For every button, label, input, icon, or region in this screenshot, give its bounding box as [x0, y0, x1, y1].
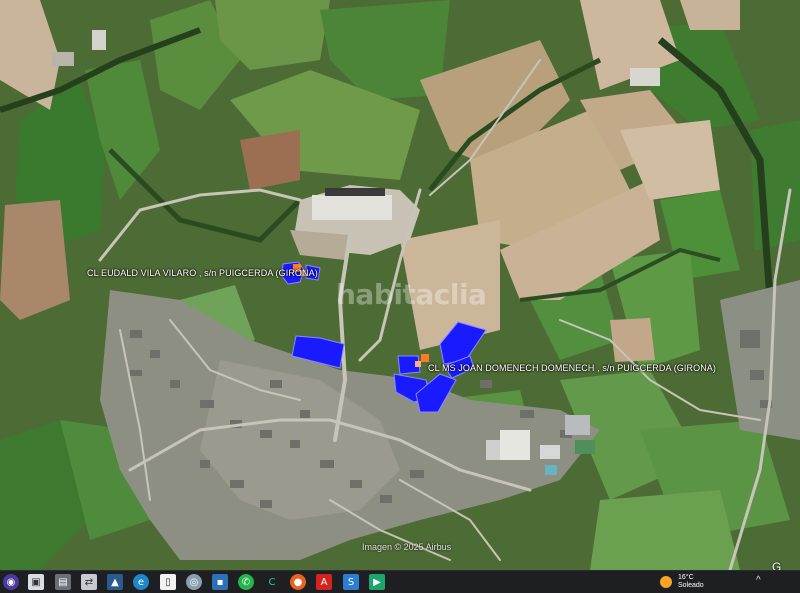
corner-logo: G	[772, 560, 782, 570]
app2-icon[interactable]: S	[343, 574, 359, 590]
watermark: habitaclia	[336, 278, 487, 311]
start-icon[interactable]: ◉	[3, 574, 19, 590]
imagery-credit: Imagen © 2025 Airbus	[362, 542, 452, 552]
firefox-icon[interactable]: ●	[290, 574, 306, 590]
weather-condition: Soleado	[678, 582, 704, 589]
image-viewer-icon[interactable]: ▤	[55, 574, 71, 590]
edge-icon[interactable]: e	[133, 574, 149, 590]
location-marker[interactable]	[421, 354, 429, 362]
save-icon[interactable]: ▪	[212, 574, 228, 590]
document-icon[interactable]: ▯	[160, 574, 176, 590]
taskbar: ◉ ▣ ▤ ⇄ ▲ e ▯ ◎ ▪ ✆ C ● A S ▶ 16°C Solea…	[0, 570, 800, 593]
photos-icon[interactable]: ▲	[107, 574, 123, 590]
acrobat-icon[interactable]: A	[316, 574, 332, 590]
app-icon[interactable]: C	[264, 574, 280, 590]
app3-icon[interactable]: ▶	[369, 574, 385, 590]
file-explorer-icon[interactable]: ▣	[28, 574, 44, 590]
chrome-icon[interactable]: ◎	[186, 574, 202, 590]
satellite-map[interactable]: CL EUDALD VILA VILARO , s/n PUIGCERDA (G…	[0, 0, 800, 570]
weather-widget[interactable]: 16°C Soleado	[660, 574, 704, 590]
parcel-label-eudald-vila: CL EUDALD VILA VILARO , s/n PUIGCERDA (G…	[87, 268, 318, 278]
sun-icon	[660, 576, 672, 588]
parcel-label-joan-domenech: CL MS JOAN DOMENECH DOMENECH , s/n PUIGC…	[428, 363, 716, 373]
weather-temperature: 16°C	[678, 574, 694, 581]
network-icon[interactable]: ⇄	[81, 574, 97, 590]
tray-chevron-icon[interactable]: ^	[756, 575, 761, 586]
whatsapp-icon[interactable]: ✆	[238, 574, 254, 590]
